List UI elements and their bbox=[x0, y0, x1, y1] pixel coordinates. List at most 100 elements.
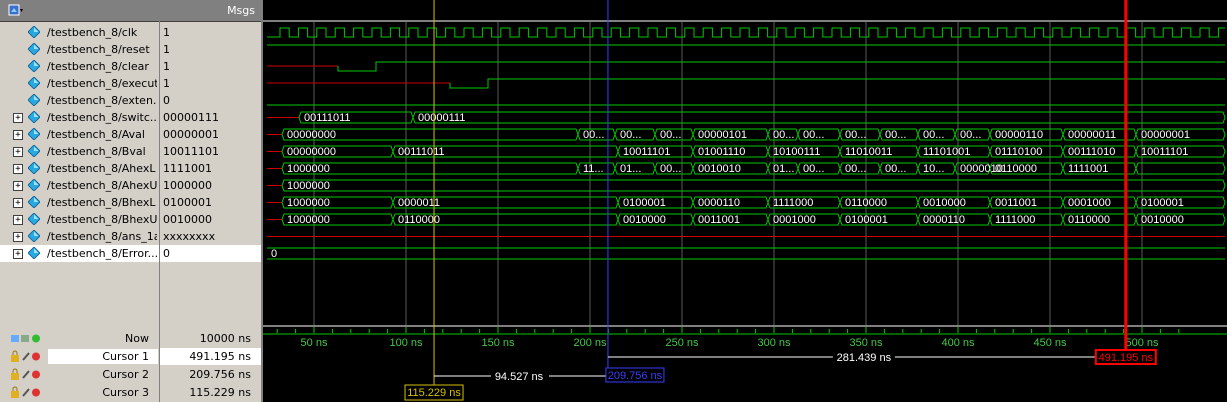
bval-bus-value-label: 00000000 bbox=[287, 146, 336, 158]
signal-value-row: 1111001 bbox=[160, 160, 261, 177]
cursor-1-label: Cursor 1 bbox=[102, 350, 149, 363]
waveform-pane[interactable]: 00111011 00000111 00000000 00... 00... 00... 0… bbox=[263, 0, 1227, 402]
lock-icon[interactable] bbox=[10, 368, 50, 381]
signal-row[interactable]: + /testbench_8/ans_1a bbox=[0, 228, 159, 245]
signal-value: 1111001 bbox=[163, 162, 212, 175]
waveform-canvas[interactable]: 00111011 00000111 00000000 00... 00... 00... 0… bbox=[263, 0, 1227, 402]
now-value-row: 10000 ns bbox=[160, 330, 261, 347]
signal-diamond-icon bbox=[28, 111, 40, 123]
bhexl-bus-value-label: 0000110 bbox=[698, 197, 740, 209]
signal-name: /testbench_8/clk bbox=[47, 26, 138, 39]
cursor-row-1[interactable]: Cursor 1 bbox=[0, 348, 159, 365]
signal-row[interactable]: + /testbench_8/AhexU bbox=[0, 177, 159, 194]
signal-diamond-icon bbox=[28, 179, 40, 191]
signal-value: 1 bbox=[163, 26, 170, 39]
signal-value-row: 00000001 bbox=[160, 126, 261, 143]
signal-value-row: 0 bbox=[160, 245, 261, 262]
signal-row[interactable]: + /testbench_8/Error... bbox=[0, 245, 159, 262]
signal-name: /testbench_8/AhexU bbox=[47, 179, 157, 192]
timeline-tick-label: 350 ns bbox=[849, 337, 883, 349]
signal-row[interactable]: /testbench_8/clear bbox=[0, 58, 159, 75]
expand-icon[interactable]: + bbox=[13, 164, 23, 174]
timeline-tick-label: 400 ns bbox=[941, 337, 975, 349]
cursor-3-value: 115.229 ns bbox=[189, 386, 251, 399]
signal-names-pane: /testbench_8/clk/testbench_8/reset/testb… bbox=[0, 0, 159, 402]
signal-row[interactable]: /testbench_8/execute bbox=[0, 75, 159, 92]
signal-value: 00000001 bbox=[163, 128, 219, 141]
ahexl-bus-value-label: 00... bbox=[845, 163, 866, 175]
signal-row[interactable]: + /testbench_8/BhexU bbox=[0, 211, 159, 228]
signal-row[interactable]: /testbench_8/reset bbox=[0, 41, 159, 58]
aval-bus-value-label: 00... bbox=[583, 129, 604, 141]
signal-diamond-icon bbox=[28, 77, 40, 89]
ahexl-bus-value-label: 00... bbox=[885, 163, 906, 175]
signal-value-row: 0010000 bbox=[160, 211, 261, 228]
lock-icon[interactable] bbox=[10, 350, 50, 363]
lock-icon[interactable] bbox=[10, 386, 50, 399]
signal-diamond-icon bbox=[28, 26, 40, 38]
signal-value: 1 bbox=[163, 60, 170, 73]
wave-tool-icon[interactable] bbox=[8, 3, 24, 17]
expand-icon[interactable]: + bbox=[13, 130, 23, 140]
expand-icon[interactable]: + bbox=[13, 147, 23, 157]
signal-diamond-icon bbox=[28, 128, 40, 140]
aval-bus-value-label: 00000000 bbox=[287, 129, 336, 141]
ahexu-bus-segment bbox=[281, 179, 1226, 192]
bhexu-bus-value-label: 0010000 bbox=[623, 214, 666, 226]
bhexl-bus-value-label: 0001000 bbox=[1068, 197, 1111, 209]
aval-bus-value-label: 00000110 bbox=[995, 129, 1043, 141]
timeline-tick-label: 50 ns bbox=[301, 337, 328, 349]
aval-bus-value-label: 00000011 bbox=[1068, 129, 1116, 141]
signal-row[interactable]: + /testbench_8/AhexL bbox=[0, 160, 159, 177]
signal-diamond-icon bbox=[28, 230, 40, 242]
ahexl-bus-value-label: 01... bbox=[620, 163, 641, 175]
signal-row[interactable]: /testbench_8/exten... bbox=[0, 92, 159, 109]
signal-row[interactable]: + /testbench_8/Aval bbox=[0, 126, 159, 143]
cursor-1-value: 491.195 ns bbox=[189, 350, 251, 363]
bhexl-bus-value-label: 0100001 bbox=[623, 197, 666, 209]
cursor-row-2[interactable]: Cursor 2 bbox=[0, 366, 159, 383]
aval-bus-value-label: 00... bbox=[660, 129, 681, 141]
values-header: Msgs bbox=[160, 0, 261, 22]
signal-value: xxxxxxxx bbox=[163, 230, 216, 243]
cursor-2-time-label: 209.756 ns bbox=[608, 370, 663, 382]
bhexu-bus-value-label: 0100001 bbox=[845, 214, 888, 226]
ahexl-bus-value-label: 11... bbox=[583, 163, 604, 175]
signal-value-row: 0100001 bbox=[160, 194, 261, 211]
expand-icon[interactable]: + bbox=[13, 249, 23, 259]
bhexu-bus-value-label: 0110000 bbox=[1068, 214, 1110, 226]
expand-icon[interactable]: + bbox=[13, 198, 23, 208]
expand-icon[interactable]: + bbox=[13, 181, 23, 191]
signal-row[interactable]: + /testbench_8/switc... bbox=[0, 109, 159, 126]
bhexu-bus-value-label: 0011001 bbox=[698, 214, 740, 226]
aval-bus-value-label: 00... bbox=[923, 129, 944, 141]
signal-value-row: 1 bbox=[160, 75, 261, 92]
signal-diamond-icon bbox=[28, 196, 40, 208]
signal-value-row: 1 bbox=[160, 58, 261, 75]
signal-diamond-icon bbox=[28, 162, 40, 174]
bhexl-bus-value-label: 0100001 bbox=[1141, 197, 1184, 209]
cursor-tools-icon[interactable] bbox=[10, 332, 50, 345]
bhexu-bus-value-label: 0001000 bbox=[773, 214, 816, 226]
cursor-row-3[interactable]: Cursor 3 bbox=[0, 384, 159, 401]
expand-icon[interactable]: + bbox=[13, 215, 23, 225]
signal-value: 1 bbox=[163, 77, 170, 90]
signal-row[interactable]: + /testbench_8/BhexL bbox=[0, 194, 159, 211]
timeline-tick-label: 300 ns bbox=[757, 337, 791, 349]
bhexl-bus-value-label: 1000000 bbox=[287, 197, 330, 209]
signal-value-row: 10011101 bbox=[160, 143, 261, 160]
aval-bus-value-label: 00... bbox=[803, 129, 824, 141]
execute-wave bbox=[449, 78, 1225, 89]
signal-name: /testbench_8/AhexL bbox=[47, 162, 156, 175]
expand-icon[interactable]: + bbox=[13, 113, 23, 123]
bval-bus-value-label: 11101001 bbox=[923, 146, 970, 158]
signal-row[interactable]: /testbench_8/clk bbox=[0, 24, 159, 41]
bval-bus-value-label: 10100111 bbox=[773, 146, 820, 158]
expand-icon[interactable]: + bbox=[13, 232, 23, 242]
signal-value: 1 bbox=[163, 43, 170, 56]
clk-wave bbox=[267, 27, 1225, 38]
signal-value: 0 bbox=[163, 94, 170, 107]
signal-row[interactable]: + /testbench_8/Bval bbox=[0, 143, 159, 160]
switc-bus-value-label: 00111011 bbox=[304, 112, 351, 124]
signal-name: /testbench_8/ans_1a bbox=[47, 230, 157, 243]
